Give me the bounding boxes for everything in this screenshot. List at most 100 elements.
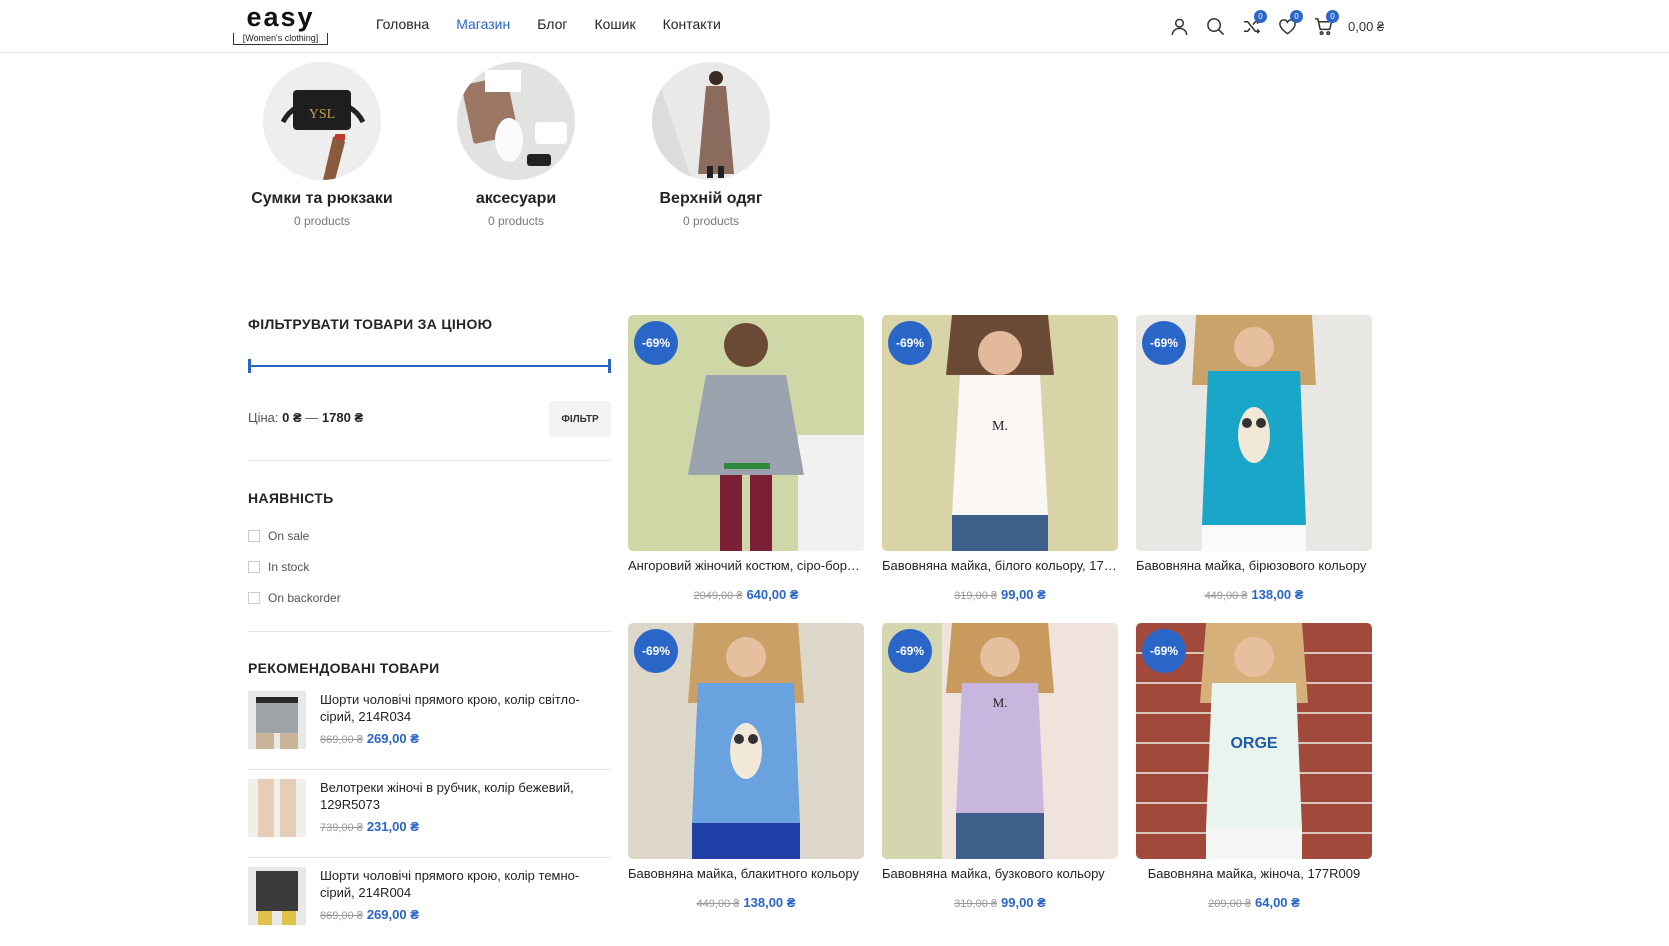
- price-slider-max-handle[interactable]: [608, 359, 611, 373]
- recommended-thumbnail[interactable]: [248, 691, 306, 749]
- product-price: 319,00 ₴ 99,00 ₴: [882, 587, 1118, 602]
- nav-cart[interactable]: Кошик: [594, 16, 635, 32]
- checkbox[interactable]: [248, 591, 260, 604]
- filter-on-sale[interactable]: On sale: [248, 520, 611, 551]
- price-from: 0 ₴: [282, 410, 302, 425]
- checkbox[interactable]: [248, 560, 260, 573]
- site-header: easy [Women's clothing] Головна Магазин …: [0, 0, 1669, 53]
- product-price: 319,00 ₴ 99,00 ₴: [882, 895, 1118, 910]
- recommended-title: РЕКОМЕНДОВАНІ ТОВАРИ: [248, 660, 440, 676]
- price-range-text: Ціна: 0 ₴ — 1780 ₴: [248, 410, 363, 425]
- category-title[interactable]: аксесуари: [436, 190, 596, 208]
- svg-text:M.: M.: [993, 695, 1008, 710]
- price-slider[interactable]: [248, 359, 611, 373]
- product-image[interactable]: -69%: [628, 315, 864, 551]
- filter-label: On sale: [268, 528, 310, 543]
- checkbox[interactable]: [248, 529, 260, 542]
- filter-on-backorder[interactable]: On backorder: [248, 582, 611, 613]
- price-to: 1780 ₴: [321, 410, 364, 425]
- product-image[interactable]: -69% ORGE: [1136, 623, 1372, 859]
- category-bags[interactable]: YSL Сумки та рюкзаки 0 products: [242, 62, 402, 228]
- filter-label: In stock: [268, 559, 310, 574]
- filter-label: On backorder: [268, 590, 341, 605]
- old-price: 869,00 ₴: [320, 734, 363, 746]
- product-title[interactable]: Бавовняна майка, блакитного кольору: [628, 866, 864, 881]
- product-title[interactable]: Бавовняна майка, бірюзового кольору: [1136, 558, 1372, 573]
- recommended-widget: РЕКОМЕНДОВАНІ ТОВАРИ Шорти чоловічі прям…: [248, 660, 611, 946]
- nav-home[interactable]: Головна: [376, 16, 429, 32]
- old-price: 319,00 ₴: [954, 898, 997, 910]
- recommended-item[interactable]: Шорти чоловічі прямого крою, колір світл…: [248, 682, 611, 770]
- product-card[interactable]: -69% ORGE Бавовняна майка, жіноча, 177R0…: [1136, 623, 1372, 910]
- nav-contacts[interactable]: Контакти: [663, 16, 721, 32]
- recommended-price: 869,00 ₴ 269,00 ₴: [320, 907, 611, 922]
- product-card[interactable]: -69% Бавовняна майка, бірюзового кольору…: [1136, 315, 1372, 602]
- price-filter-title: ФІЛЬТРУВАТИ ТОВАРИ ЗА ЦІНОЮ: [248, 316, 493, 332]
- search-icon[interactable]: [1202, 14, 1228, 38]
- category-accessories[interactable]: аксесуари 0 products: [436, 62, 596, 228]
- sale-price: 269,00 ₴: [366, 907, 419, 922]
- product-image[interactable]: -69%: [1136, 315, 1372, 551]
- product-image[interactable]: -69%: [628, 623, 864, 859]
- category-image[interactable]: [457, 62, 575, 180]
- site-logo[interactable]: easy [Women's clothing]: [233, 2, 328, 45]
- discount-badge: -69%: [888, 629, 932, 673]
- cart-icon[interactable]: 0: [1310, 10, 1339, 38]
- divider: [248, 460, 611, 461]
- product-card[interactable]: -69% M. Бавовняна майка, білого кольору,…: [882, 315, 1118, 602]
- old-price: 2049,00 ₴: [693, 590, 743, 602]
- category-count: 0 products: [293, 214, 351, 228]
- price-slider-min-handle[interactable]: [248, 359, 251, 373]
- recommended-price: 739,00 ₴ 231,00 ₴: [320, 819, 611, 834]
- product-image[interactable]: -69% M.: [882, 315, 1118, 551]
- sale-price: 99,00 ₴: [1001, 895, 1046, 910]
- svg-text:ORGE: ORGE: [1230, 735, 1277, 752]
- compare-icon[interactable]: 0: [1238, 10, 1267, 38]
- recommended-title-text[interactable]: Велотреки жіночі в рубчик, колір бежевий…: [320, 779, 611, 813]
- filter-button[interactable]: ФІЛЬТР: [549, 401, 611, 437]
- product-card[interactable]: -69% Ангоровий жіночий костюм, сіро-борд…: [628, 315, 864, 602]
- old-price: 449,00 ₴: [1204, 590, 1248, 602]
- price-label: Ціна:: [248, 410, 279, 425]
- recommended-thumbnail[interactable]: [248, 867, 306, 925]
- product-title[interactable]: Бавовняна майка, білого кольору, 177R009: [882, 558, 1118, 573]
- recommended-item[interactable]: Велотреки жіночі в рубчик, колір бежевий…: [248, 770, 611, 858]
- recommended-title-text[interactable]: Шорти чоловічі прямого крою, колір світл…: [320, 691, 611, 725]
- nav-blog[interactable]: Блог: [537, 16, 567, 32]
- svg-text:M.: M.: [992, 419, 1008, 434]
- filter-in-stock[interactable]: In stock: [248, 551, 611, 582]
- nav-shop[interactable]: Магазин: [456, 16, 510, 32]
- svg-text:YSL: YSL: [309, 107, 335, 122]
- cart-count-badge: 0: [1326, 10, 1339, 23]
- sale-price: 138,00 ₴: [743, 895, 796, 910]
- category-title[interactable]: Сумки та рюкзаки: [242, 190, 402, 208]
- discount-badge: -69%: [1142, 629, 1186, 673]
- category-image[interactable]: [652, 62, 770, 180]
- product-price: 449,00 ₴ 138,00 ₴: [1136, 587, 1372, 602]
- recommended-thumbnail[interactable]: [248, 779, 306, 837]
- wishlist-icon[interactable]: 0: [1274, 10, 1303, 38]
- category-title[interactable]: Верхній одяг: [631, 190, 791, 208]
- product-card[interactable]: -69% Бавовняна майка, блакитного кольору…: [628, 623, 864, 910]
- old-price: 209,00 ₴: [1208, 898, 1251, 910]
- cart-total[interactable]: 0,00 ₴: [1348, 19, 1384, 34]
- product-title[interactable]: Ангоровий жіночий костюм, сіро-бордовий: [628, 558, 864, 573]
- category-outerwear[interactable]: Верхній одяг 0 products: [631, 62, 791, 228]
- discount-badge: -69%: [634, 629, 678, 673]
- wishlist-count-badge: 0: [1290, 10, 1303, 23]
- availability-title: НАЯВНІСТЬ: [248, 490, 334, 506]
- recommended-title-text[interactable]: Шорти чоловічі прямого крою, колір темно…: [320, 867, 611, 901]
- logo-main-text: easy: [246, 2, 315, 32]
- recommended-item[interactable]: Шорти чоловічі прямого крою, колір темно…: [248, 858, 611, 946]
- product-card[interactable]: -69% M. Бавовняна майка, бузкового кольо…: [882, 623, 1118, 910]
- product-title[interactable]: Бавовняна майка, жіноча, 177R009: [1136, 866, 1372, 881]
- price-slider-track: [248, 365, 611, 367]
- product-title[interactable]: Бавовняна майка, бузкового кольору: [882, 866, 1118, 881]
- old-price: 319,00 ₴: [954, 590, 997, 602]
- product-image[interactable]: -69% M.: [882, 623, 1118, 859]
- account-icon[interactable]: [1166, 14, 1192, 38]
- availability-widget: НАЯВНІСТЬ On sale In stock On backorder: [248, 490, 611, 613]
- discount-badge: -69%: [1142, 321, 1186, 365]
- category-image[interactable]: YSL: [263, 62, 381, 180]
- compare-count-badge: 0: [1254, 10, 1267, 23]
